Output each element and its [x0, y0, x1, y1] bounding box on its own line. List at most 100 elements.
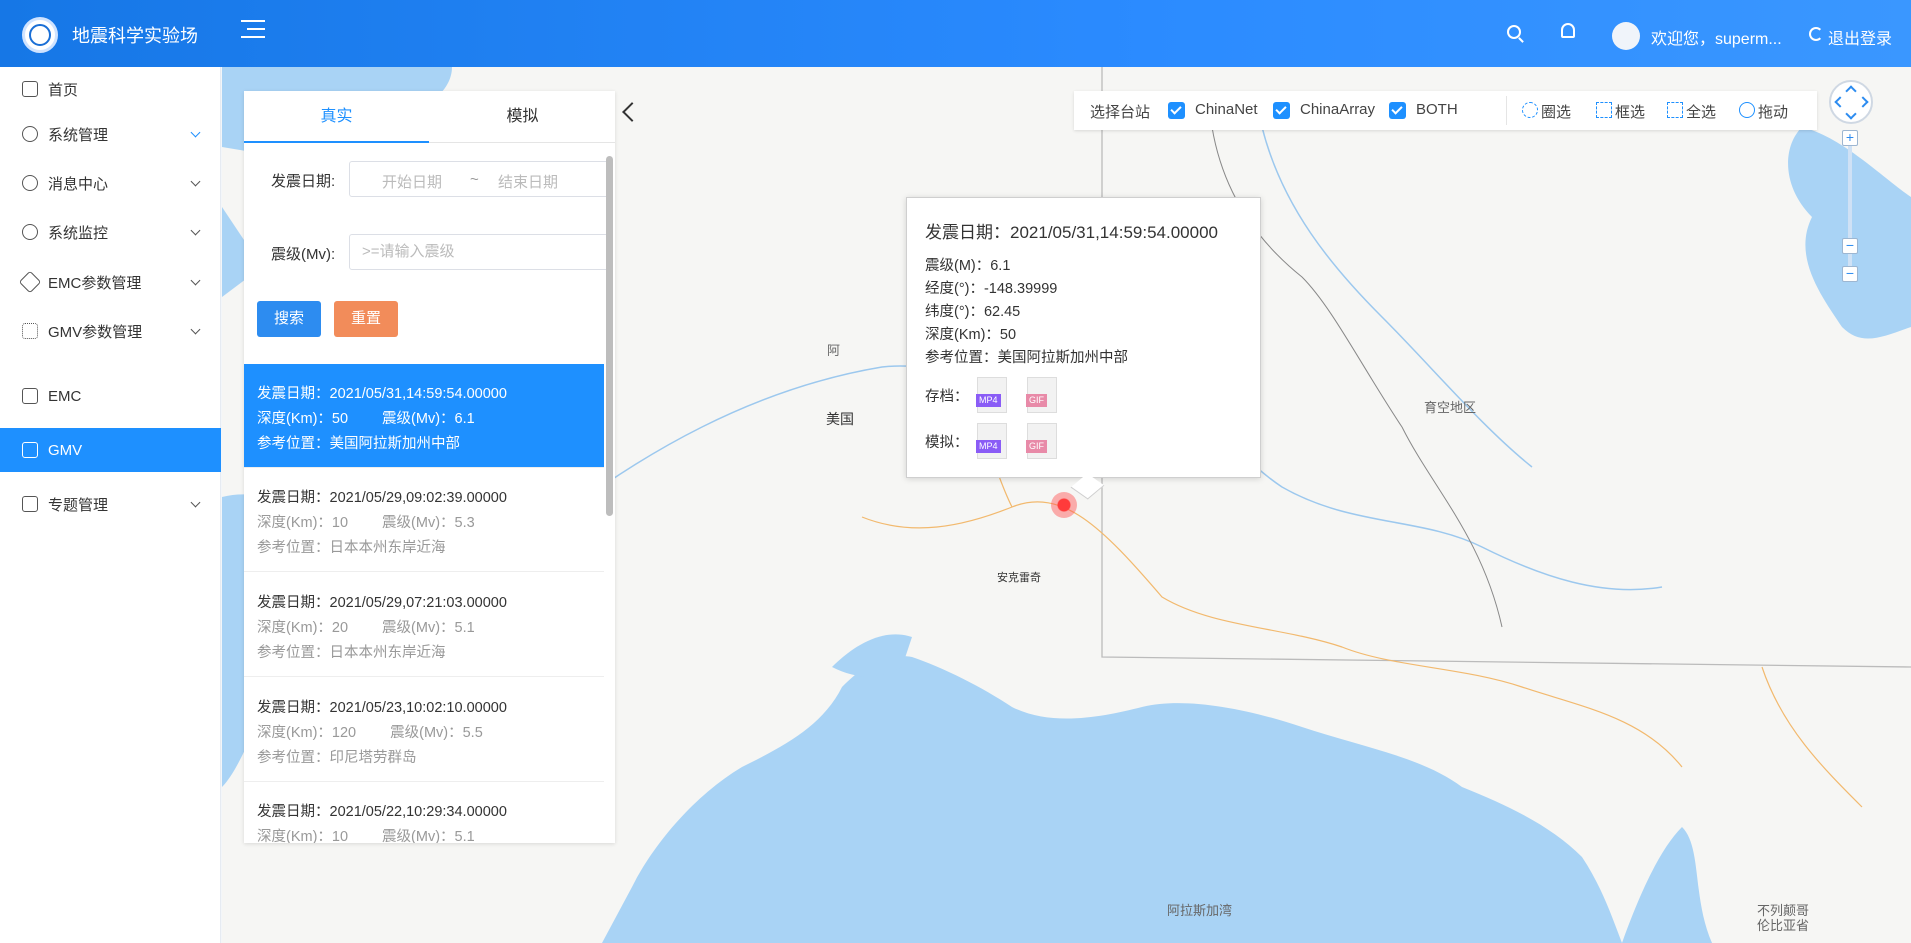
sidebar-item-label: 系统管理 [48, 126, 109, 144]
chinaarray-checkbox[interactable] [1273, 102, 1290, 119]
chevron-down-icon [190, 176, 201, 187]
sidebar-item-gmv[interactable]: GMV [0, 428, 221, 472]
event-location: 参考位置：印尼塔劳群岛 [257, 750, 417, 766]
welcome-text[interactable]: 欢迎您，superm... [1651, 25, 1782, 49]
sidebar-item-label: GMV [48, 441, 83, 459]
archive-mp4-icon[interactable]: MP4 [976, 377, 1007, 413]
map-label-partial: 阿 [827, 343, 841, 358]
map-label-bc: 不列颠哥 伦比亚省 [1757, 903, 1810, 933]
map-pan-control[interactable] [1829, 80, 1873, 124]
both-label[interactable]: BOTH [1416, 101, 1458, 118]
map-label-gulf: 阿拉斯加湾 [1167, 903, 1233, 918]
logout-button[interactable]: 退出登录 [1828, 25, 1892, 49]
sidebar-item-emc-params[interactable]: EMC参数管理 [0, 260, 221, 304]
sidebar-item-label: 系统监控 [48, 224, 109, 242]
list-item[interactable]: 发震日期：2021/05/29,09:02:39.00000 深度(Km)：10… [244, 468, 604, 572]
magnitude-input[interactable]: >=请输入震级 [349, 234, 609, 270]
tab-bar: 真实 模拟 [244, 91, 615, 143]
sidebar-item-emc[interactable]: EMC [0, 374, 221, 418]
sidebar-item-home[interactable]: 首页 [0, 67, 221, 111]
logout-icon[interactable] [1809, 27, 1823, 41]
event-magnitude: 震级(Mv)：5.1 [382, 829, 475, 843]
archive-gif-icon[interactable]: GIF [1026, 377, 1057, 413]
sidebar-item-system[interactable]: 系统管理 [0, 112, 221, 156]
chevron-down-icon [190, 225, 201, 236]
event-date: 发震日期：2021/05/31,14:59:54.00000 [257, 386, 507, 402]
popup-location: 参考位置：美国阿拉斯加州中部 [925, 350, 1128, 366]
box-select-button[interactable]: 框选 [1615, 101, 1645, 122]
simulation-gif-icon[interactable]: GIF [1026, 423, 1057, 459]
event-date: 发震日期：2021/05/29,07:21:03.00000 [257, 595, 507, 611]
tag-icon [18, 270, 42, 294]
top-header: 地震科学实验场 欢迎您，superm... 退出登录 [0, 0, 1911, 67]
map-label-usa: 美国 [826, 411, 854, 427]
sidebar-item-label: 消息中心 [48, 175, 109, 193]
event-panel: 真实 模拟 发震日期: 开始日期 ~ 结束日期 震级(Mv): >=请输入震级 … [244, 91, 615, 843]
chinanet-checkbox[interactable] [1168, 102, 1185, 119]
simulation-label: 模拟： [925, 435, 969, 451]
chinanet-label[interactable]: ChinaNet [1195, 101, 1258, 118]
pan-icon[interactable] [1739, 102, 1755, 118]
scrollbar[interactable] [606, 156, 613, 516]
box-select-icon[interactable] [1596, 102, 1612, 118]
zoom-out-button[interactable]: − [1842, 266, 1858, 282]
date-label: 发震日期: [271, 173, 336, 190]
magnitude-label: 震级(Mv): [271, 246, 336, 263]
archive-label: 存档： [925, 389, 969, 405]
station-select-label: 选择台站 [1090, 104, 1151, 121]
chevron-down-icon [190, 497, 201, 508]
event-depth: 深度(Km)：50 [257, 411, 349, 427]
station-toolbar: 选择台站 ChinaNet ChinaArray BOTH 圈选 框选 全选 拖… [1074, 91, 1817, 130]
select-all-icon[interactable] [1667, 102, 1683, 118]
map-label-yukon: 育空地区 [1424, 400, 1477, 415]
circle-select-icon[interactable] [1522, 102, 1538, 118]
chinaarray-label[interactable]: ChinaArray [1300, 101, 1375, 118]
list-item[interactable]: 发震日期：2021/05/29,07:21:03.00000 深度(Km)：20… [244, 573, 604, 677]
event-magnitude: 震级(Mv)：6.1 [382, 411, 475, 427]
pan-button[interactable]: 拖动 [1758, 101, 1788, 122]
dashboard-icon [22, 224, 38, 240]
list-item[interactable]: 发震日期：2021/05/31,14:59:54.00000 深度(Km)：50… [244, 364, 604, 468]
sidebar-item-label: 首页 [48, 81, 79, 99]
epicenter-marker-icon[interactable] [1051, 492, 1077, 518]
tab-simulated[interactable]: 模拟 [430, 91, 615, 143]
event-popup: 发震日期：2021/05/31,14:59:54.00000 震级(M)：6.1… [906, 197, 1261, 478]
chevron-down-icon [190, 127, 201, 138]
popup-latitude: 纬度(°)：62.45 [925, 304, 1021, 320]
reset-button[interactable]: 重置 [334, 301, 398, 337]
sidebar-item-monitor[interactable]: 系统监控 [0, 210, 221, 254]
sidebar-item-label: GMV参数管理 [48, 323, 143, 341]
event-magnitude: 震级(Mv)：5.1 [382, 620, 475, 636]
map-label-anchorage: 安克雷奇 [997, 572, 1041, 584]
popup-depth: 深度(Km)：50 [925, 327, 1017, 343]
event-depth: 深度(Km)：20 [257, 620, 349, 636]
event-magnitude: 震级(Mv)：5.5 [390, 725, 483, 741]
zoom-handle[interactable]: − [1842, 238, 1858, 254]
search-button[interactable]: 搜索 [257, 301, 321, 337]
sidebar-item-messages[interactable]: 消息中心 [0, 161, 221, 205]
popup-magnitude: 震级(M)：6.1 [925, 258, 1011, 274]
tab-real[interactable]: 真实 [244, 91, 429, 143]
popup-title: 发震日期：2021/05/31,14:59:54.00000 [925, 223, 1218, 242]
app-title: 地震科学实验场 [72, 26, 198, 46]
simulation-mp4-icon[interactable]: MP4 [976, 423, 1007, 459]
zoom-slider[interactable]: + − − [1842, 130, 1858, 286]
circle-select-button[interactable]: 圈选 [1541, 101, 1571, 122]
chat-icon [22, 175, 38, 191]
search-icon[interactable] [1507, 25, 1521, 39]
list-item[interactable]: 发震日期：2021/05/22,10:29:34.00000 深度(Km)：10… [244, 782, 604, 843]
avatar[interactable] [1612, 22, 1640, 50]
sidebar-item-topics[interactable]: 专题管理 [0, 482, 221, 526]
bell-icon[interactable] [1561, 23, 1575, 38]
both-checkbox[interactable] [1389, 102, 1406, 119]
event-location: 参考位置：日本本州东岸近海 [257, 645, 446, 661]
select-all-button[interactable]: 全选 [1686, 101, 1716, 122]
popup-longitude: 经度(°)：-148.39999 [925, 281, 1058, 297]
menu-toggle-icon[interactable] [241, 20, 265, 42]
event-magnitude: 震级(Mv)：5.3 [382, 515, 475, 531]
sidebar-item-gmv-params[interactable]: GMV参数管理 [0, 309, 221, 353]
event-depth: 深度(Km)：10 [257, 829, 349, 843]
zoom-in-button[interactable]: + [1842, 130, 1858, 146]
list-item[interactable]: 发震日期：2021/05/23,10:02:10.00000 深度(Km)：12… [244, 678, 604, 782]
date-range-input[interactable]: 开始日期 ~ 结束日期 [349, 161, 609, 197]
